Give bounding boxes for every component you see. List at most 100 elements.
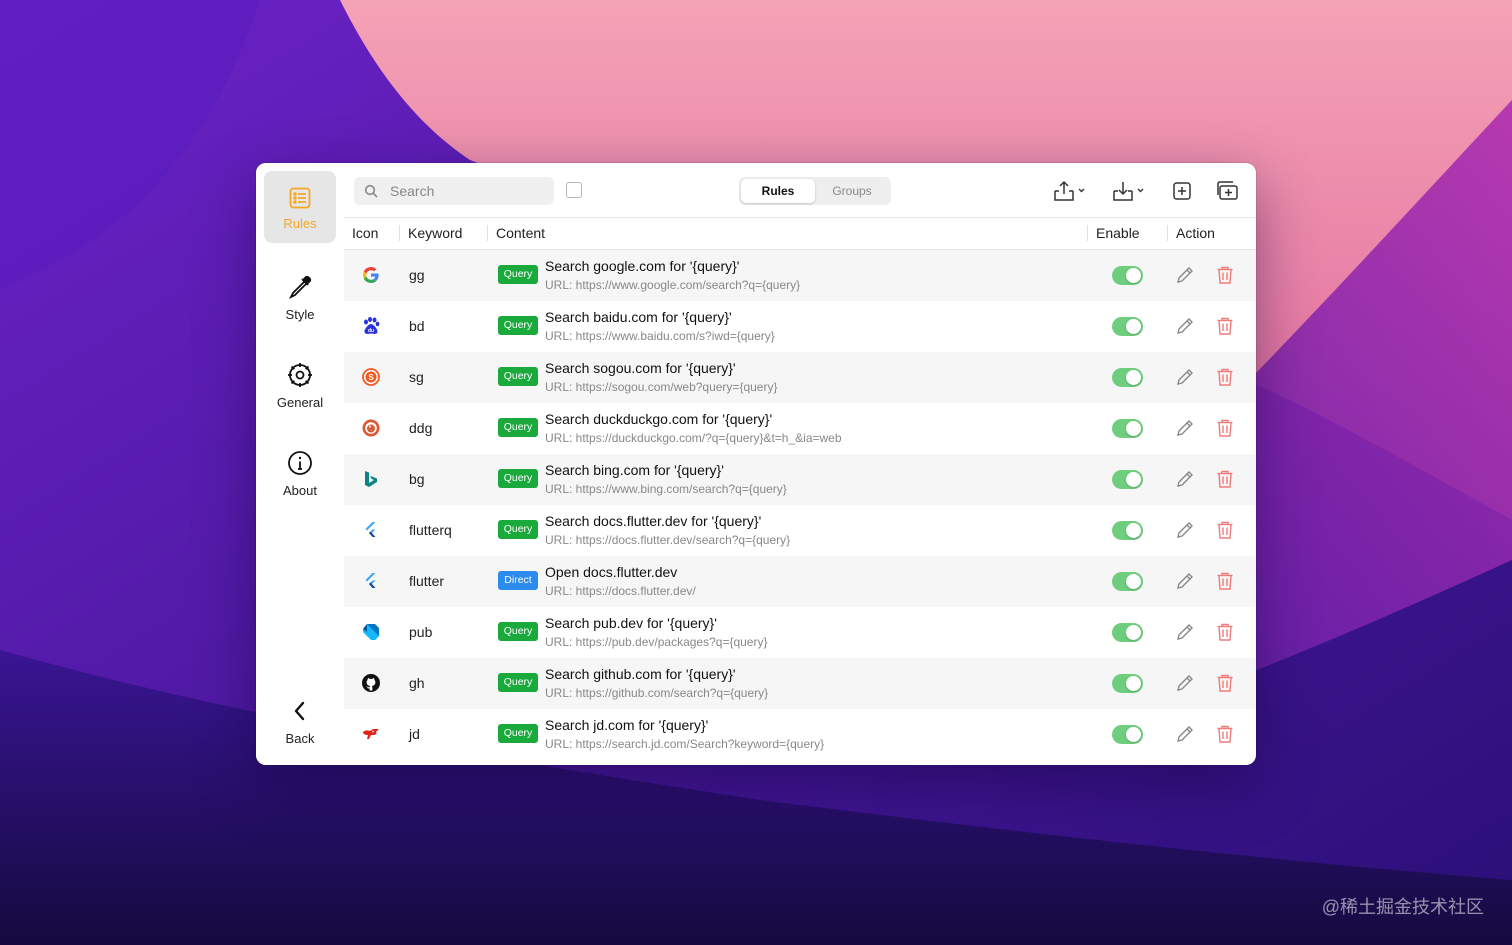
info-icon — [286, 449, 314, 477]
rule-type-badge: Query — [498, 520, 538, 539]
enable-toggle[interactable] — [1112, 572, 1143, 591]
edit-icon[interactable] — [1175, 469, 1195, 489]
sidebar-item-label: General — [276, 394, 324, 410]
flutter-icon — [365, 573, 376, 588]
rule-type-badge: Query — [498, 265, 538, 284]
edit-icon[interactable] — [1175, 265, 1195, 285]
column-header-action: Action — [1176, 225, 1215, 241]
import-button[interactable] — [1111, 178, 1147, 204]
rule-url: URL: https://sogou.com/web?query={query} — [545, 380, 778, 394]
edit-icon[interactable] — [1175, 622, 1195, 642]
rule-keyword: pub — [409, 624, 433, 640]
rule-keyword: gh — [409, 675, 425, 691]
enable-toggle[interactable] — [1112, 419, 1143, 438]
enable-toggle[interactable] — [1112, 266, 1143, 285]
rule-url: URL: https://pub.dev/packages?q={query} — [545, 635, 768, 649]
back-button[interactable]: Back — [264, 685, 336, 757]
tab-groups[interactable]: Groups — [815, 179, 889, 203]
edit-icon[interactable] — [1175, 520, 1195, 540]
table-row[interactable]: S sg Query Search sogou.com for '{query}… — [344, 352, 1256, 403]
trash-icon[interactable] — [1215, 367, 1235, 387]
trash-icon[interactable] — [1215, 622, 1235, 642]
add-group-button[interactable] — [1216, 178, 1240, 204]
rules-table-body: gg Query Search google.com for '{query}'… — [344, 250, 1256, 760]
google-icon — [363, 267, 379, 283]
rule-keyword: bd — [409, 318, 425, 334]
edit-icon[interactable] — [1175, 724, 1195, 744]
eyedropper-icon — [286, 273, 314, 301]
table-row[interactable]: ddg Query Search duckduckgo.com for '{qu… — [344, 403, 1256, 454]
rule-url: URL: https://docs.flutter.dev/search?q={… — [545, 533, 791, 547]
edit-icon[interactable] — [1175, 673, 1195, 693]
sidebar-item-general[interactable]: General — [264, 349, 336, 421]
import-icon — [1113, 182, 1144, 201]
baidu-icon: du — [364, 317, 380, 334]
search-box[interactable] — [354, 177, 554, 205]
table-row[interactable]: jd Query Search jd.com for '{query}' URL… — [344, 709, 1256, 760]
column-divider — [1167, 225, 1168, 241]
github-icon — [362, 674, 380, 692]
sidebar-item-style[interactable]: Style — [264, 261, 336, 333]
column-header-enable: Enable — [1096, 225, 1140, 241]
enable-toggle[interactable] — [1112, 725, 1143, 744]
sidebar-item-about[interactable]: About — [264, 437, 336, 509]
table-row[interactable]: pub Query Search pub.dev for '{query}' U… — [344, 607, 1256, 658]
search-input[interactable] — [388, 182, 542, 200]
trash-icon[interactable] — [1215, 520, 1235, 540]
rule-title: Search bing.com for '{query}' — [545, 462, 724, 478]
trash-icon[interactable] — [1215, 418, 1235, 438]
rule-type-badge: Query — [498, 673, 538, 692]
rule-type-badge: Query — [498, 724, 538, 743]
table-row[interactable]: du bd Query Search baidu.com for '{query… — [344, 301, 1256, 352]
rule-url: URL: https://search.jd.com/Search?keywor… — [545, 737, 825, 751]
rule-keyword: gg — [409, 267, 425, 283]
rule-keyword: bg — [409, 471, 425, 487]
main-panel: Rules Groups — [344, 163, 1256, 765]
gear-icon — [286, 361, 314, 389]
table-row[interactable]: gh Query Search github.com for '{query}'… — [344, 658, 1256, 709]
enable-toggle[interactable] — [1112, 521, 1143, 540]
rule-title: Search github.com for '{query}' — [545, 666, 736, 682]
svg-text:du: du — [368, 328, 374, 334]
enable-toggle[interactable] — [1112, 368, 1143, 387]
table-row[interactable]: flutter Direct Open docs.flutter.dev URL… — [344, 556, 1256, 607]
add-icon — [1173, 182, 1191, 200]
trash-icon[interactable] — [1215, 316, 1235, 336]
view-segmented-control: Rules Groups — [739, 177, 891, 205]
sogou-icon: S — [362, 368, 380, 386]
edit-icon[interactable] — [1175, 571, 1195, 591]
table-row[interactable]: flutterq Query Search docs.flutter.dev f… — [344, 505, 1256, 556]
dart-icon — [363, 624, 379, 640]
jd-icon — [363, 729, 379, 739]
enable-toggle[interactable] — [1112, 317, 1143, 336]
trash-icon[interactable] — [1215, 724, 1235, 744]
enable-toggle[interactable] — [1112, 470, 1143, 489]
back-label: Back — [285, 730, 315, 746]
tab-rules[interactable]: Rules — [741, 179, 815, 203]
export-button[interactable] — [1052, 178, 1088, 204]
edit-icon[interactable] — [1175, 367, 1195, 387]
trash-icon[interactable] — [1215, 571, 1235, 591]
edit-icon[interactable] — [1175, 316, 1195, 336]
sidebar-item-rules[interactable]: Rules — [264, 171, 336, 243]
duckduckgo-icon — [362, 419, 380, 437]
app-window: Rules Style General About Back Search Ru… — [256, 163, 1256, 765]
trash-icon[interactable] — [1215, 265, 1235, 285]
table-row[interactable]: gg Query Search google.com for '{query}'… — [344, 250, 1256, 301]
rule-title: Search jd.com for '{query}' — [545, 717, 709, 733]
bing-icon — [365, 471, 377, 487]
enable-toggle[interactable] — [1112, 623, 1143, 642]
select-all-checkbox[interactable] — [566, 182, 582, 198]
rule-url: URL: https://docs.flutter.dev/ — [545, 584, 696, 598]
flutter-icon — [365, 522, 376, 537]
trash-icon[interactable] — [1215, 673, 1235, 693]
rule-url: URL: https://www.baidu.com/s?iwd={query} — [545, 329, 775, 343]
sidebar-item-label: About — [283, 482, 317, 498]
rule-title: Search pub.dev for '{query}' — [545, 615, 717, 631]
watermark: @稀土掘金技术社区 — [1321, 897, 1484, 917]
trash-icon[interactable] — [1215, 469, 1235, 489]
edit-icon[interactable] — [1175, 418, 1195, 438]
table-row[interactable]: bg Query Search bing.com for '{query}' U… — [344, 454, 1256, 505]
enable-toggle[interactable] — [1112, 674, 1143, 693]
add-rule-button[interactable] — [1172, 178, 1192, 204]
